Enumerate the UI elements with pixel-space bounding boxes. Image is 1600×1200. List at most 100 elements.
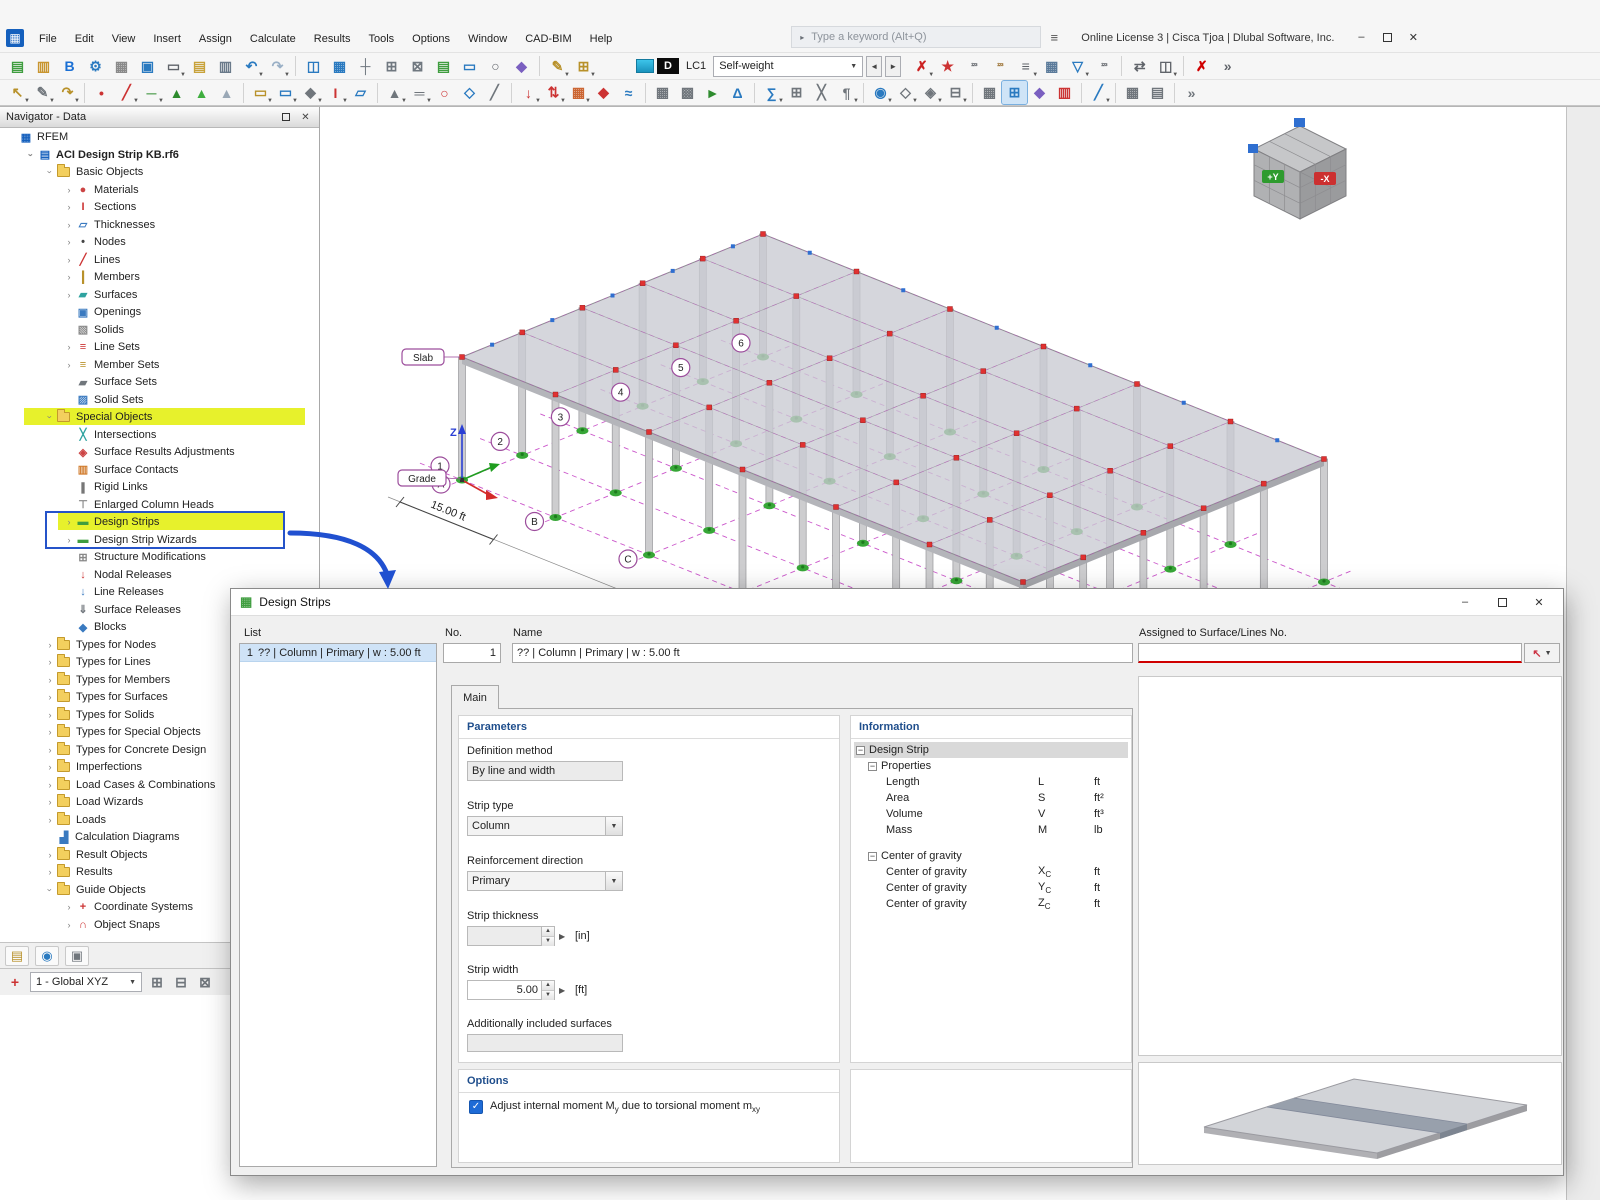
delete-results-icon[interactable]: ✗▼: [909, 55, 934, 78]
detail-arrow-icon[interactable]: ▶: [559, 932, 565, 941]
report-print-icon[interactable]: ▤: [1145, 81, 1170, 104]
menu-results[interactable]: Results: [305, 30, 360, 48]
tree-item-structure-modifications[interactable]: ⊞Structure Modifications: [0, 548, 319, 566]
tree-item-aci-design-strip-kb-rf6[interactable]: ›▤ACI Design Strip KB.rf6: [0, 146, 319, 164]
visibility-modes-icon[interactable]: ◉▼: [868, 81, 893, 104]
coordinate-system-select[interactable]: 1 - Global XYZ ▼: [30, 972, 142, 992]
tree-item-member-sets[interactable]: ›≡Member Sets: [0, 356, 319, 374]
move-table-icon[interactable]: ⊞: [147, 971, 167, 994]
collapse-icon[interactable]: −: [868, 762, 877, 771]
show-results-icon[interactable]: ∑▼: [759, 81, 784, 104]
design-strips-list[interactable]: 1?? | Column | Primary | w : 5.00 ft: [239, 643, 437, 1167]
tree-item-nodes[interactable]: ›•Nodes: [0, 233, 319, 251]
loadcase-select[interactable]: Self-weight ▼: [713, 56, 863, 77]
color-scale-icon[interactable]: ▥: [1052, 81, 1077, 104]
node-values-icon[interactable]: ¹²³: [961, 55, 986, 78]
menu-file[interactable]: File: [30, 30, 66, 48]
tree-item-members[interactable]: ›┃Members: [0, 268, 319, 286]
detail-arrow-icon[interactable]: ▶: [559, 986, 565, 995]
chevron-closed-icon[interactable]: ›: [44, 727, 56, 737]
new-section-icon[interactable]: I▼: [323, 81, 348, 104]
strip-thickness-stepper[interactable]: ▲▼: [467, 926, 555, 946]
search-objects-icon[interactable]: ○: [483, 55, 508, 78]
chevron-closed-icon[interactable]: ›: [44, 657, 56, 667]
calculation-diagrams-icon[interactable]: Δ: [725, 81, 750, 104]
menu-assign[interactable]: Assign: [190, 30, 241, 48]
chevron-down-icon[interactable]: ▼: [605, 817, 622, 835]
menu-cad-bim[interactable]: CAD-BIM: [516, 30, 580, 48]
menu-options[interactable]: Options: [403, 30, 459, 48]
menu-insert[interactable]: Insert: [144, 30, 190, 48]
delete-vegetation-icon[interactable]: ▲: [214, 81, 239, 104]
new-model-icon[interactable]: ▤: [5, 55, 30, 78]
calculate-all-icon[interactable]: ►: [700, 81, 725, 104]
chevron-closed-icon[interactable]: ›: [63, 185, 75, 195]
spinner-arrows[interactable]: ▲▼: [541, 927, 554, 945]
no-field[interactable]: 1: [443, 643, 501, 663]
tree-item-line-sets[interactable]: ›≡Line Sets: [0, 338, 319, 356]
move-copy-icon[interactable]: ⇄: [1127, 55, 1152, 78]
nodal-load-icon[interactable]: ↓▼: [516, 81, 541, 104]
panel-layout-icon[interactable]: ◫▼: [1153, 55, 1178, 78]
close-button[interactable]: ✕: [1402, 28, 1424, 46]
undo-icon[interactable]: ↶▼: [239, 55, 264, 78]
repeat-last-input-icon[interactable]: ↷▼: [55, 81, 80, 104]
guidelines-icon[interactable]: ┼: [353, 55, 378, 78]
renumber-objects-icon[interactable]: ¹²³: [1091, 55, 1116, 78]
chevron-closed-icon[interactable]: ›: [63, 535, 75, 545]
new-solid-icon[interactable]: ◆▼: [298, 81, 323, 104]
chevron-closed-icon[interactable]: ›: [63, 255, 75, 265]
tree-item-lines[interactable]: ›╱Lines: [0, 251, 319, 269]
tree-item-enlarged-column-heads[interactable]: ⊤Enlarged Column Heads: [0, 496, 319, 514]
user-views-icon[interactable]: ◇▼: [893, 81, 918, 104]
pin-table-icon[interactable]: ⊟: [171, 971, 191, 994]
float-panel-icon[interactable]: [278, 110, 293, 125]
reinforcement-direction-select[interactable]: Primary ▼: [467, 871, 623, 891]
tree-item-sections[interactable]: ›ISections: [0, 198, 319, 216]
chevron-closed-icon[interactable]: ›: [63, 360, 75, 370]
new-node-icon[interactable]: •: [89, 81, 114, 104]
tree-item-surface-results-adjustments[interactable]: ◈Surface Results Adjustments: [0, 443, 319, 461]
tree-item-openings[interactable]: ▣Openings: [0, 303, 319, 321]
result-tables-icon[interactable]: ⊞: [784, 81, 809, 104]
collapse-icon[interactable]: −: [856, 746, 865, 755]
tree-item-nodal-releases[interactable]: ↓Nodal Releases: [0, 566, 319, 584]
mesh-settings-icon[interactable]: ▦: [650, 81, 675, 104]
renumbering-icon[interactable]: ⊟▼: [943, 81, 968, 104]
chevron-open-icon[interactable]: ›: [45, 884, 55, 896]
spinner-arrows[interactable]: ▲▼: [541, 981, 554, 999]
spin-down-icon[interactable]: ▼: [542, 990, 554, 1000]
tree-item-solid-sets[interactable]: ▨Solid Sets: [0, 391, 319, 409]
line-support-icon[interactable]: ═▼: [407, 81, 432, 104]
generate-mesh-icon[interactable]: ▩: [675, 81, 700, 104]
menu-window[interactable]: Window: [459, 30, 516, 48]
new-thickness-icon[interactable]: ▱: [348, 81, 373, 104]
clipboard-copy-icon[interactable]: ▥: [213, 55, 238, 78]
edit-mode-icon[interactable]: ✎▼: [30, 81, 55, 104]
camera-views-icon[interactable]: ▣: [65, 946, 89, 966]
chevron-open-icon[interactable]: ›: [45, 411, 55, 423]
assigned-field[interactable]: [1138, 643, 1522, 663]
open-model-icon[interactable]: ▥: [31, 55, 56, 78]
favorites-icon[interactable]: ★: [935, 55, 960, 78]
chevron-closed-icon[interactable]: ›: [63, 517, 75, 527]
grid-settings-icon[interactable]: ▦: [977, 81, 1002, 104]
menu-view[interactable]: View: [103, 30, 145, 48]
chevron-closed-icon[interactable]: ›: [44, 692, 56, 702]
panel-preview-icon[interactable]: ▤: [5, 946, 29, 966]
strip-width-stepper[interactable]: 5.00 ▲▼: [467, 980, 555, 1000]
line-hinge-icon[interactable]: ◇: [457, 81, 482, 104]
spin-up-icon[interactable]: ▲: [542, 927, 554, 936]
tree-item-basic-objects[interactable]: ›Basic Objects: [0, 163, 319, 181]
more-tools-icon[interactable]: »: [1179, 81, 1204, 104]
chevron-closed-icon[interactable]: ›: [44, 640, 56, 650]
menu-edit[interactable]: Edit: [66, 30, 103, 48]
tree-item-surface-contacts[interactable]: ▥Surface Contacts: [0, 461, 319, 479]
generate-tree-icon[interactable]: ▲: [164, 81, 189, 104]
chevron-closed-icon[interactable]: ›: [63, 920, 75, 930]
chevron-open-icon[interactable]: ›: [45, 166, 55, 178]
tree-item-rigid-links[interactable]: ∥Rigid Links: [0, 478, 319, 496]
minimize-button[interactable]: –: [1350, 28, 1372, 46]
select-mode-icon[interactable]: ↖▼: [5, 81, 30, 104]
tree-item-solids[interactable]: ▧Solids: [0, 321, 319, 339]
